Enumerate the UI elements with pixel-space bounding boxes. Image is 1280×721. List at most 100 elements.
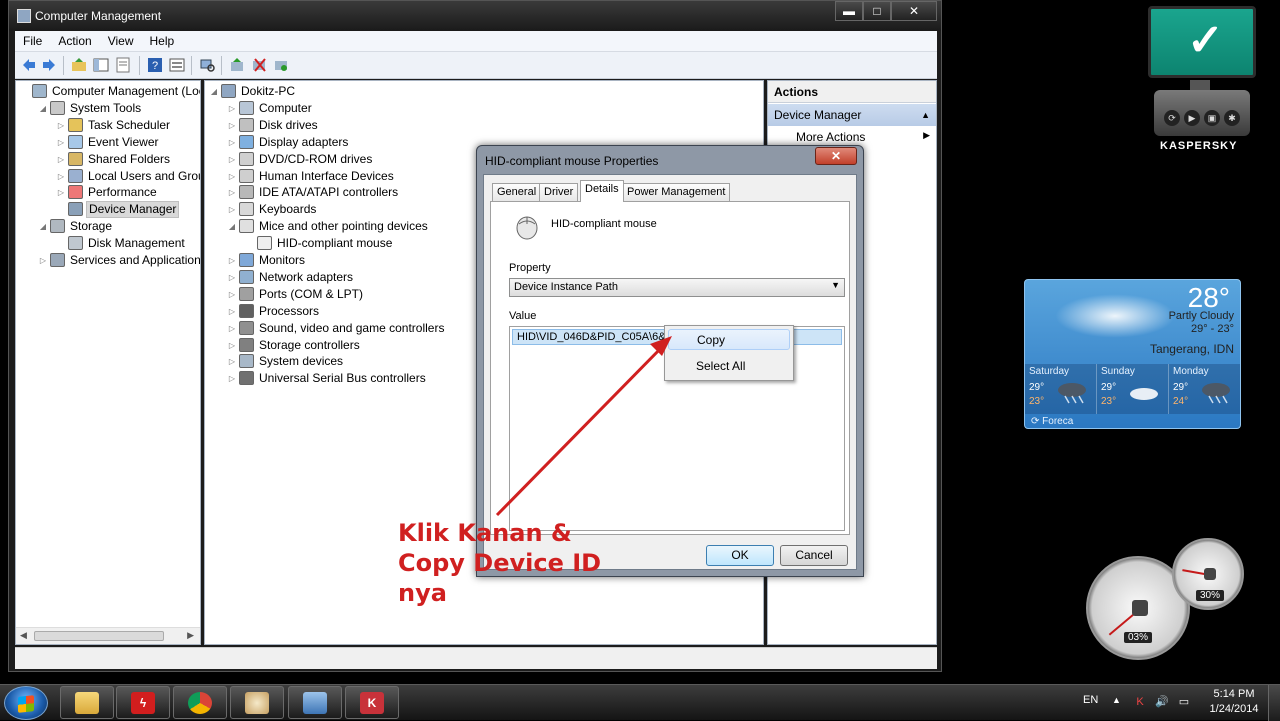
menu-action[interactable]: Action	[50, 31, 99, 51]
collapsed-arrow-icon[interactable]: ▷	[227, 184, 237, 201]
title-bar[interactable]: Computer Management ▬ □ ✕	[9, 1, 941, 31]
update-icon[interactable]: ⟳	[1164, 110, 1180, 126]
collapsed-arrow-icon[interactable]: ▷	[227, 370, 237, 387]
tree-item[interactable]: Disk Management	[16, 235, 200, 252]
collapsed-arrow-icon[interactable]: ▷	[227, 117, 237, 134]
cancel-button[interactable]: Cancel	[780, 545, 848, 566]
tab-details[interactable]: Details	[580, 180, 624, 202]
expanded-arrow-icon[interactable]: ◢	[38, 218, 48, 235]
taskbar-paint[interactable]	[230, 686, 284, 719]
settings-gear-icon[interactable]: ✱	[1224, 110, 1240, 126]
network-icon[interactable]: ▭	[1177, 695, 1191, 709]
taskbar-chrome[interactable]	[173, 686, 227, 719]
enable-device-icon[interactable]	[273, 57, 289, 73]
tree-item[interactable]: ◢ Dokitz-PC	[205, 83, 763, 100]
tree-item[interactable]: ▷ Services and Applications	[16, 252, 200, 269]
tree-item[interactable]: ▷ Computer	[205, 100, 763, 117]
tree-item[interactable]: Computer Management (Local	[16, 83, 200, 100]
dialog-close-button[interactable]: ✕	[815, 147, 857, 165]
start-button[interactable]	[4, 686, 48, 720]
menu-item-copy[interactable]: Copy	[668, 329, 790, 350]
show-hide-tree-icon[interactable]	[93, 57, 109, 73]
collapsed-arrow-icon[interactable]: ▷	[227, 286, 237, 303]
tab-power-management[interactable]: Power Management	[622, 183, 731, 201]
collapsed-arrow-icon[interactable]: ▷	[56, 134, 66, 151]
collapsed-arrow-icon[interactable]: ▷	[227, 201, 237, 218]
property-dropdown[interactable]: Device Instance Path ▼	[509, 278, 845, 297]
tree-item[interactable]: ▷ Event Viewer	[16, 134, 200, 151]
collapse-icon[interactable]: ▲	[921, 110, 930, 120]
tree-item[interactable]: ▷ Performance	[16, 184, 200, 201]
back-icon[interactable]	[21, 57, 37, 73]
tab-general[interactable]: General	[492, 183, 542, 201]
up-folder-icon[interactable]	[71, 57, 87, 73]
scroll-left-icon[interactable]: ◀	[20, 630, 27, 641]
tree-item[interactable]: ▷ Task Scheduler	[16, 117, 200, 134]
close-button[interactable]: ✕	[891, 1, 937, 21]
show-hidden-icons[interactable]: ▲	[1112, 695, 1121, 705]
play-icon[interactable]: ▶	[1184, 110, 1200, 126]
collapsed-arrow-icon[interactable]: ▷	[56, 184, 66, 201]
collapsed-arrow-icon[interactable]: ▷	[227, 337, 237, 354]
collapsed-arrow-icon[interactable]: ▷	[227, 320, 237, 337]
tree-item-label: Computer Management (Local	[52, 84, 201, 98]
taskbar-flash[interactable]: ϟ	[116, 686, 170, 719]
horizontal-scrollbar[interactable]: ◀ ▶	[16, 627, 200, 644]
menu-item-select-all[interactable]: Select All	[668, 356, 790, 377]
language-indicator[interactable]: EN	[1083, 694, 1098, 706]
tab-driver[interactable]: Driver	[539, 183, 579, 201]
tree-item[interactable]: ▷ Shared Folders	[16, 151, 200, 168]
collapsed-arrow-icon[interactable]: ▷	[227, 168, 237, 185]
taskbar-remote-desktop[interactable]	[288, 686, 342, 719]
collapsed-arrow-icon[interactable]: ▷	[227, 353, 237, 370]
collapsed-arrow-icon[interactable]: ▷	[56, 117, 66, 134]
ok-button[interactable]: OK	[706, 545, 774, 566]
more-actions-link[interactable]: More Actions	[796, 130, 865, 144]
properties-icon[interactable]	[115, 57, 131, 73]
collapsed-arrow-icon[interactable]: ▷	[227, 252, 237, 269]
expanded-arrow-icon[interactable]: ◢	[209, 83, 219, 100]
tree-item[interactable]: ◢ System Tools	[16, 100, 200, 117]
tree-item[interactable]: ◢ Storage	[16, 218, 200, 235]
cpu-meter-gadget[interactable]: 03% 30%	[1086, 536, 1252, 660]
minimize-button[interactable]: ▬	[835, 1, 863, 21]
network-icon	[239, 269, 254, 284]
weather-gadget[interactable]: 28° Partly Cloudy 29° - 23° Tangerang, I…	[1024, 279, 1241, 429]
collapsed-arrow-icon[interactable]: ▷	[227, 303, 237, 320]
collapsed-arrow-icon[interactable]: ▷	[56, 151, 66, 168]
clock-date[interactable]: 1/24/2014	[1204, 703, 1264, 715]
collapsed-arrow-icon[interactable]: ▷	[227, 134, 237, 151]
volume-icon[interactable]: 🔊	[1155, 695, 1169, 709]
update-driver-icon[interactable]	[229, 57, 245, 73]
taskbar-windows-explorer[interactable]	[60, 686, 114, 719]
actions-device-manager[interactable]: Device Manager ▲	[768, 104, 936, 126]
view-icon[interactable]	[169, 57, 185, 73]
taskbar-kaspersky[interactable]: K	[345, 686, 399, 719]
actions-section-label: Device Manager	[774, 108, 862, 122]
collapsed-arrow-icon[interactable]: ▷	[38, 252, 48, 269]
scan-hardware-icon[interactable]	[199, 57, 215, 73]
forward-icon[interactable]	[41, 57, 57, 73]
scroll-thumb[interactable]	[34, 631, 164, 641]
maximize-button[interactable]: □	[863, 1, 891, 21]
menu-help[interactable]: Help	[142, 31, 183, 51]
collapsed-arrow-icon[interactable]: ▷	[227, 100, 237, 117]
kaspersky-tray-icon[interactable]: K	[1133, 695, 1147, 709]
scroll-right-icon[interactable]: ▶	[187, 630, 194, 641]
expanded-arrow-icon[interactable]: ◢	[38, 100, 48, 117]
tree-item[interactable]: ▷ Local Users and Groups	[16, 168, 200, 185]
collapsed-arrow-icon[interactable]: ▷	[56, 168, 66, 185]
collapsed-arrow-icon[interactable]: ▷	[227, 151, 237, 168]
tree-item[interactable]: Device Manager	[16, 201, 200, 219]
show-desktop-button[interactable]	[1268, 685, 1280, 721]
collapsed-arrow-icon[interactable]: ▷	[227, 269, 237, 286]
help-icon[interactable]: ?	[147, 57, 163, 73]
report-icon[interactable]: ▣	[1204, 110, 1220, 126]
menu-view[interactable]: View	[100, 31, 142, 51]
uninstall-icon[interactable]	[251, 57, 267, 73]
expanded-arrow-icon[interactable]: ◢	[227, 218, 237, 235]
menu-file[interactable]: File	[15, 31, 50, 51]
kaspersky-gadget[interactable]: ✓ ⟳ ▶ ▣ ✱ KASPERSKY	[1144, 4, 1262, 156]
tree-item[interactable]: ▷ Disk drives	[205, 117, 763, 134]
clock-time[interactable]: 5:14 PM	[1204, 688, 1264, 700]
